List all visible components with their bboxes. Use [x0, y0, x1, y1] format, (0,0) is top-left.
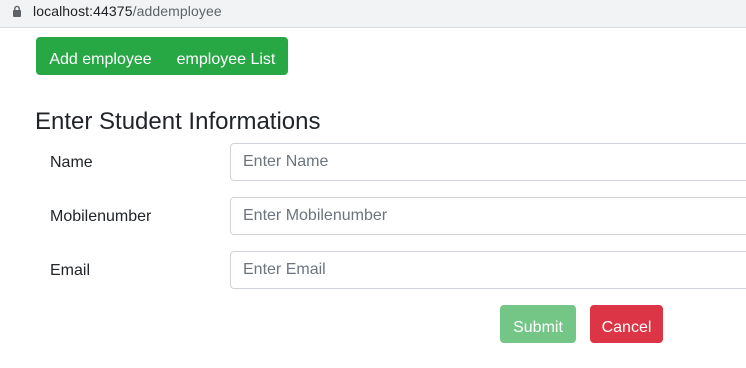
lock-icon: [13, 5, 21, 17]
form-heading: Enter Student Informations: [35, 108, 321, 135]
add-employee-button[interactable]: Add employee: [36, 37, 165, 75]
mobilenumber-input[interactable]: [230, 197, 746, 235]
employee-list-button[interactable]: employee List: [164, 37, 288, 75]
email-input[interactable]: [230, 251, 746, 289]
url-host: localhost:44375: [33, 3, 133, 19]
email-label: Email: [50, 262, 91, 279]
browser-address-bar[interactable]: localhost:44375/addemployee: [0, 0, 746, 28]
name-label: Name: [50, 154, 93, 171]
url-path: /addemployee: [132, 3, 222, 19]
name-input[interactable]: [230, 143, 746, 181]
url-text[interactable]: localhost:44375/addemployee: [33, 3, 222, 19]
submit-button[interactable]: Submit: [500, 305, 576, 343]
mobilenumber-label: Mobilenumber: [50, 208, 152, 225]
cancel-button[interactable]: Cancel: [590, 305, 663, 343]
